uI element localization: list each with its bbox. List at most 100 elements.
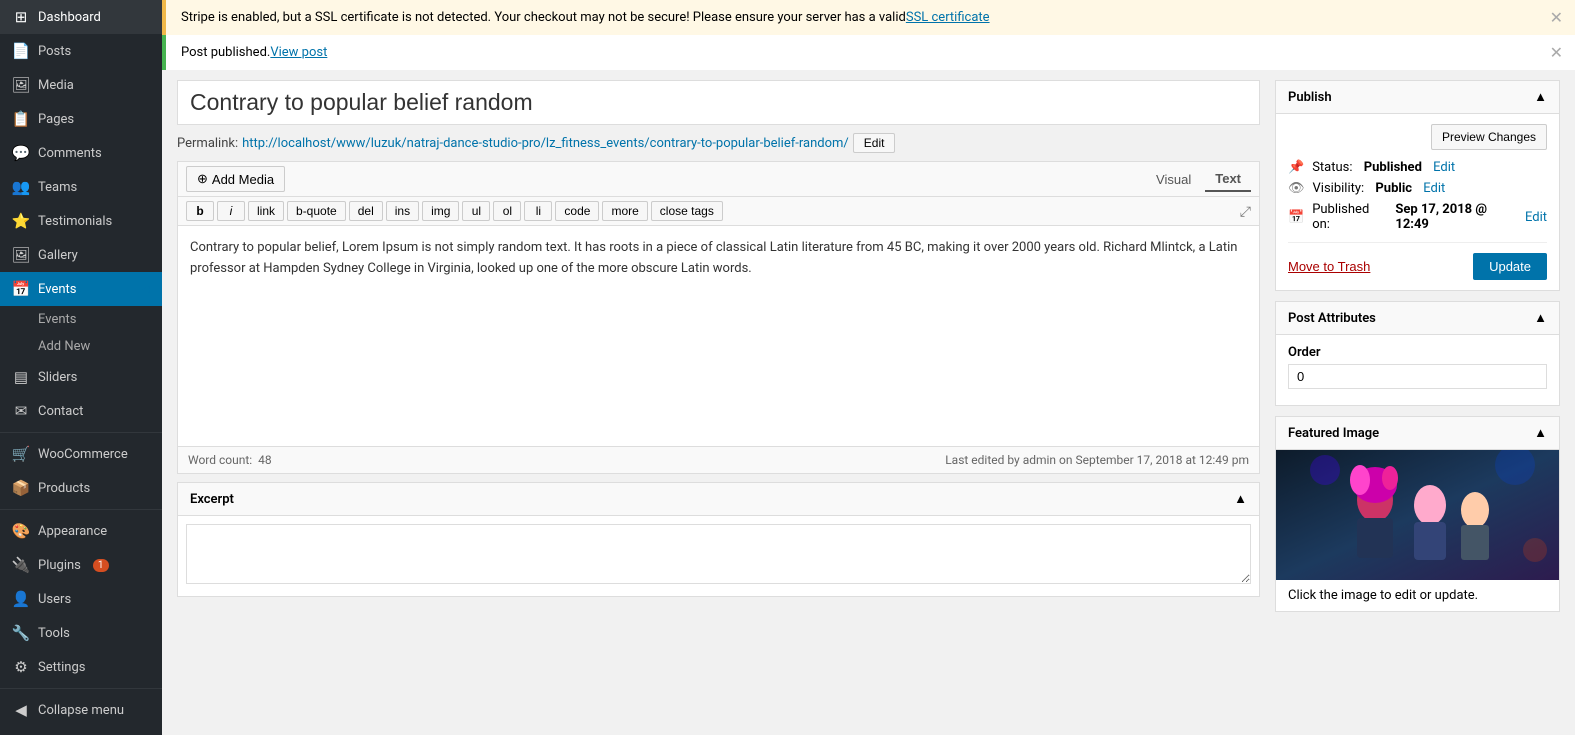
sidebar-item-sliders[interactable]: ▤ Sliders xyxy=(0,360,162,394)
notice-success-text: Post published. xyxy=(181,45,270,60)
notice-warning-close[interactable]: ✕ xyxy=(1550,8,1563,28)
teams-icon: 👥 xyxy=(12,178,30,196)
close-tags-button[interactable]: close tags xyxy=(651,201,723,221)
sidebar-item-gallery[interactable]: 🖼 Gallery xyxy=(0,238,162,272)
post-attributes-header[interactable]: Post Attributes ▲ xyxy=(1276,302,1559,335)
visibility-value: Public xyxy=(1375,181,1412,196)
sidebar-item-events[interactable]: 📅 Events ◀ xyxy=(0,272,162,306)
sidebar-item-tools[interactable]: 🔧 Tools xyxy=(0,616,162,650)
sidebar-item-contact[interactable]: ✉ Contact xyxy=(0,394,162,428)
post-title-input[interactable] xyxy=(177,80,1260,125)
excerpt-textarea[interactable] xyxy=(186,524,1251,584)
featured-image-header[interactable]: Featured Image ▲ xyxy=(1276,417,1559,450)
sidebar-item-comments[interactable]: 💬 Comments xyxy=(0,136,162,170)
sidebar-item-label: Dashboard xyxy=(38,10,101,25)
notice-warning: Stripe is enabled, but a SSL certificate… xyxy=(162,0,1575,35)
sidebar-item-media[interactable]: 🖼 Media xyxy=(0,68,162,102)
sidebar-item-label: Appearance xyxy=(38,524,107,539)
move-to-trash-button[interactable]: Move to Trash xyxy=(1288,259,1370,274)
sidebar-item-label: Gallery xyxy=(38,248,78,263)
sidebar-item-products[interactable]: 📦 Products xyxy=(0,471,162,505)
permalink-url[interactable]: http://localhost/www/luzuk/natraj-dance-… xyxy=(242,136,849,151)
sidebar-item-label: Pages xyxy=(38,112,74,127)
ol-button[interactable]: ol xyxy=(493,201,521,221)
edit-permalink-button[interactable]: Edit xyxy=(853,133,896,153)
events-icon: 📅 xyxy=(12,280,30,298)
plus-icon: ⊕ xyxy=(197,171,208,187)
featured-image-caption: Click the image to edit or update. xyxy=(1276,580,1559,611)
sidebar-sub-events[interactable]: Events xyxy=(0,306,162,333)
sidebar-item-label: Comments xyxy=(38,146,102,161)
visibility-edit-link[interactable]: Edit xyxy=(1423,181,1445,196)
sidebar-item-plugins[interactable]: 🔌 Plugins 1 xyxy=(0,548,162,582)
sidebar-item-settings[interactable]: ⚙ Settings xyxy=(0,650,162,684)
link-button[interactable]: link xyxy=(248,201,284,221)
tools-icon: 🔧 xyxy=(12,624,30,642)
woocommerce-icon: 🛒 xyxy=(12,445,30,463)
sidebar-item-label: Plugins xyxy=(38,558,81,573)
update-button[interactable]: Update xyxy=(1473,253,1547,280)
permalink-row: Permalink: http://localhost/www/luzuk/na… xyxy=(177,133,1260,153)
notice-ssl-link[interactable]: SSL certificate xyxy=(906,10,990,25)
more-button[interactable]: more xyxy=(602,201,647,221)
notice-warning-text: Stripe is enabled, but a SSL certificate… xyxy=(181,10,906,25)
status-edit-link[interactable]: Edit xyxy=(1433,160,1455,175)
visual-tab[interactable]: Visual xyxy=(1146,167,1201,192)
word-count-value: 48 xyxy=(258,453,272,467)
featured-image-thumbnail[interactable] xyxy=(1276,450,1559,580)
sidebar-item-woocommerce[interactable]: 🛒 WooCommerce xyxy=(0,437,162,471)
sidebar-item-appearance[interactable]: 🎨 Appearance xyxy=(0,514,162,548)
appearance-icon: 🎨 xyxy=(12,522,30,540)
sidebar-item-testimonials[interactable]: ⭐ Testimonials xyxy=(0,204,162,238)
editor-footer: Word count: 48 Last edited by admin on S… xyxy=(178,446,1259,473)
ins-button[interactable]: ins xyxy=(386,201,419,221)
code-button[interactable]: code xyxy=(555,201,599,221)
post-attributes-title: Post Attributes xyxy=(1288,311,1376,326)
sidebar-item-posts[interactable]: 📄 Posts xyxy=(0,34,162,68)
sidebar-item-label: Sliders xyxy=(38,370,77,385)
italic-button[interactable]: i xyxy=(217,201,245,221)
notice-success-close[interactable]: ✕ xyxy=(1550,43,1563,63)
publish-box-header[interactable]: Publish ▲ xyxy=(1276,81,1559,114)
publish-box-title: Publish xyxy=(1288,90,1332,105)
notice-success: Post published. View post ✕ xyxy=(162,35,1575,70)
notice-view-post-link[interactable]: View post xyxy=(270,45,327,60)
published-edit-link[interactable]: Edit xyxy=(1525,210,1547,225)
bquote-button[interactable]: b-quote xyxy=(287,201,346,221)
view-tabs: Visual Text xyxy=(1146,167,1251,192)
featured-image-caption-text: Click the image to edit or update. xyxy=(1288,588,1478,603)
gallery-icon: 🖼 xyxy=(12,246,30,264)
add-media-label: Add Media xyxy=(212,172,274,187)
li-button[interactable]: li xyxy=(524,201,552,221)
sidebar-collapse[interactable]: ◀ Collapse menu xyxy=(0,693,162,727)
post-attributes-collapse-icon: ▲ xyxy=(1534,310,1547,326)
sidebar-item-label: Users xyxy=(38,592,71,607)
text-tab[interactable]: Text xyxy=(1205,167,1251,192)
sidebar-item-dashboard[interactable]: ⊞ Dashboard xyxy=(0,0,162,34)
expand-editor-button[interactable]: ⤢ xyxy=(1240,203,1251,220)
sidebar-item-pages[interactable]: 📋 Pages xyxy=(0,102,162,136)
events-arrow-icon: ◀ xyxy=(142,284,150,295)
ul-button[interactable]: ul xyxy=(462,201,490,221)
editor-content[interactable]: Contrary to popular belief, Lorem Ipsum … xyxy=(178,226,1259,446)
calendar-icon: 📅 xyxy=(1288,210,1304,225)
visibility-icon: 👁 xyxy=(1288,181,1305,196)
order-input[interactable] xyxy=(1288,364,1547,389)
excerpt-title: Excerpt xyxy=(190,492,234,507)
excerpt-toggle-icon: ▲ xyxy=(1234,491,1247,507)
editor-toolbar-top: ⊕ Add Media Visual Text xyxy=(178,162,1259,197)
sidebar-item-teams[interactable]: 👥 Teams xyxy=(0,170,162,204)
img-button[interactable]: img xyxy=(422,201,459,221)
visibility-label: Visibility: xyxy=(1313,181,1365,196)
excerpt-header[interactable]: Excerpt ▲ xyxy=(178,483,1259,516)
bold-button[interactable]: b xyxy=(186,201,214,221)
published-label: Published on: xyxy=(1312,202,1384,232)
post-attributes-body: Order xyxy=(1276,335,1559,405)
sidebar-divider2 xyxy=(0,509,162,510)
preview-changes-button[interactable]: Preview Changes xyxy=(1431,124,1547,150)
add-media-button[interactable]: ⊕ Add Media xyxy=(186,166,285,192)
sidebar-item-users[interactable]: 👤 Users xyxy=(0,582,162,616)
del-button[interactable]: del xyxy=(349,201,383,221)
sidebar-sub-add-new[interactable]: Add New xyxy=(0,333,162,360)
collapse-icon: ◀ xyxy=(12,701,30,719)
